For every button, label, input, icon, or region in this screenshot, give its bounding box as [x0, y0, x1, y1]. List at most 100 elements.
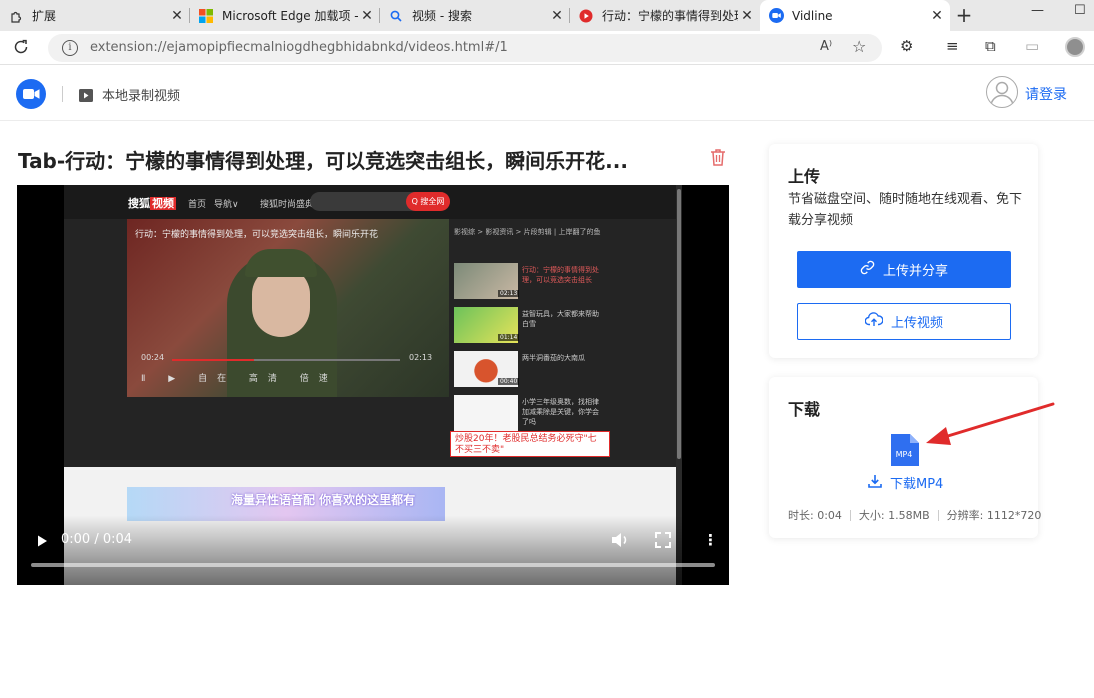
- search-icon: [388, 8, 404, 24]
- wallet-icon[interactable]: ▭: [1025, 37, 1039, 55]
- tab-edge-addons[interactable]: Microsoft Edge 加载项 - 影 ✕: [190, 0, 380, 31]
- frame-banner-text: 海量异性语音配 你喜欢的这里都有: [231, 493, 416, 507]
- local-recordings-link[interactable]: 本地录制视频: [102, 85, 180, 104]
- frame-sidebar-item: 小学三年级奥数，找相律加减乘除是关键，你学会了吗: [454, 395, 604, 431]
- frame-nav-link: 导航∨: [214, 200, 239, 210]
- item-thumbnail: [454, 395, 518, 431]
- frame-sidebar-item: 00:40 两半洞番茄的大南瓜: [454, 351, 604, 387]
- reload-icon[interactable]: [12, 38, 32, 58]
- tab-sohu-video[interactable]: 行动：宁檬的事情得到处理 ✕: [570, 0, 760, 31]
- frame-brand-a: 搜狐: [128, 197, 150, 210]
- download-mp4-label: 下载MP4: [890, 477, 944, 492]
- frame-sidebar-item: 02:13 行动：宁檬的事情得到处理，可以竞选突击组长: [454, 263, 604, 299]
- frame-sidebar-header: 影视综 > 影视资讯 > 片段剪辑 | 上岸翻了的鱼: [454, 228, 601, 236]
- close-icon[interactable]: ✕: [928, 8, 946, 24]
- frame-progress: [172, 359, 400, 361]
- annotation-arrow: [926, 402, 1055, 445]
- address-bar-row: i extension://ejamopipfiecmalniogdhegbhi…: [0, 31, 1094, 65]
- download-icon: [868, 474, 882, 492]
- item-text: 行动：宁檬的事情得到处理，可以竞选突击组长: [522, 266, 599, 284]
- tab-title: Vidline: [792, 8, 833, 23]
- cloud-upload-icon: [864, 312, 884, 331]
- ms-store-icon: [198, 8, 214, 24]
- tab-strip: 扩展 ✕ Microsoft Edge 加载项 - 影 ✕ 视频 - 搜索 ✕ …: [0, 0, 1094, 31]
- file-duration: 时长: 0:04: [788, 509, 842, 522]
- upload-and-share-button[interactable]: 上传并分享: [797, 251, 1011, 288]
- close-icon[interactable]: ✕: [168, 8, 186, 24]
- tab-extensions[interactable]: 扩展 ✕: [0, 0, 190, 31]
- frame-time-total: 02:13: [409, 353, 433, 362]
- frame-search-button: Q 搜全网: [406, 192, 450, 211]
- vidline-logo-icon[interactable]: [16, 79, 46, 109]
- frame-time-current: 00:24: [141, 353, 165, 362]
- item-text: 益智玩具，大家都来帮助白雪: [522, 310, 599, 328]
- tab-title: 扩展: [32, 9, 57, 23]
- item-text: 两半洞番茄的大南瓜: [522, 354, 585, 362]
- meta-divider: [937, 509, 939, 521]
- fullscreen-icon[interactable]: [655, 532, 671, 552]
- mp4-badge-text: MP4: [896, 450, 913, 459]
- frame-overlay-title: 行动：宁檬的事情得到处理，可以竞选突击组长，瞬间乐开花: [135, 230, 379, 240]
- link-icon: [860, 260, 875, 279]
- frame-controls: Ⅱ ▶ 自在 高清 倍速: [141, 374, 338, 384]
- frame-ad: 炒股20年！老股民总结务必死守"七不买三不卖": [450, 431, 610, 457]
- favorites-icon[interactable]: ≡: [946, 37, 959, 55]
- video-progress-bar[interactable]: [31, 563, 715, 567]
- file-resolution: 分辨率: 1112*720: [946, 509, 1042, 522]
- item-duration: 02:13: [498, 290, 520, 297]
- read-aloud-icon[interactable]: A⁾: [820, 39, 832, 54]
- upload-video-button[interactable]: 上传视频: [797, 303, 1011, 340]
- item-duration: 00:40: [498, 378, 520, 385]
- frame-navbar: 搜狐 视频 首页 导航∨ 搜狐时尚盛典 Q 搜全网: [64, 185, 676, 219]
- collections-icon[interactable]: ⧉: [985, 37, 996, 55]
- tab-title: 视频 - 搜索: [412, 9, 472, 23]
- meta-divider: [849, 509, 851, 521]
- address-bar[interactable]: i extension://ejamopipfiecmalniogdhegbhi…: [48, 34, 882, 62]
- info-icon[interactable]: i: [62, 40, 78, 56]
- mp4-file-icon[interactable]: MP4: [889, 434, 919, 466]
- frame-brand-b: 视频: [150, 197, 176, 210]
- volume-icon[interactable]: [611, 532, 629, 552]
- extensions-toolbar-icon[interactable]: ⚙: [900, 37, 913, 55]
- sohu-icon: [578, 8, 594, 24]
- upload-card-title: 上传: [788, 167, 821, 186]
- header-divider: [62, 86, 63, 102]
- frame-sidebar-item: 01:14 益智玩具，大家都来帮助白雪: [454, 307, 604, 343]
- tab-vidline[interactable]: Vidline ✕: [760, 0, 950, 31]
- video-title: Tab-行动：宁檬的事情得到处理，可以竞选突击组长，瞬间乐开花...: [18, 149, 628, 173]
- file-meta: 时长: 0:04 大小: 1.58MB 分辨率: 1112*720: [788, 507, 1041, 523]
- download-card-title: 下载: [788, 400, 821, 419]
- login-link[interactable]: 请登录: [1025, 84, 1067, 104]
- maximize-button[interactable]: ☐: [1074, 3, 1086, 18]
- url-text[interactable]: extension://ejamopipfiecmalniogdhegbhida…: [90, 40, 508, 55]
- minimize-button[interactable]: —: [1031, 3, 1044, 18]
- upload-video-label: 上传视频: [890, 316, 943, 331]
- play-icon[interactable]: [35, 533, 49, 552]
- video-folder-icon: [79, 87, 93, 102]
- upload-description: 节省磁盘空间、随时随地在线观看、免下载分享视频: [788, 192, 1023, 228]
- close-icon[interactable]: ✕: [358, 8, 376, 24]
- download-mp4-link[interactable]: 下载MP4: [868, 473, 943, 492]
- item-duration: 01:14: [498, 334, 520, 341]
- delete-icon[interactable]: [709, 147, 727, 167]
- vidline-icon: [768, 8, 784, 24]
- frame-nav-link: 首页: [188, 200, 207, 210]
- user-avatar-icon[interactable]: [986, 76, 1018, 108]
- frame-brand-logo: 搜狐 视频: [128, 195, 176, 211]
- close-icon[interactable]: ✕: [548, 8, 566, 24]
- extensions-icon: [8, 8, 24, 24]
- scene-face: [252, 267, 310, 337]
- more-options-icon[interactable]: ⋮: [703, 531, 718, 549]
- upload-card: 上传 节省磁盘空间、随时随地在线观看、免下载分享视频 上传并分享 上传视频: [769, 144, 1038, 358]
- frame-nav-link: 搜狐时尚盛典: [260, 200, 315, 210]
- item-text: 小学三年级奥数，找相律加减乘除是关键，你学会了吗: [522, 398, 599, 426]
- app-header: 本地录制视频 请登录: [0, 66, 1094, 121]
- file-size: 大小: 1.58MB: [858, 509, 930, 522]
- new-tab-button[interactable]: +: [952, 4, 976, 28]
- video-player[interactable]: 搜狐 视频 首页 导航∨ 搜狐时尚盛典 Q 搜全网 行动：宁檬的事情得到处理，可以…: [17, 185, 729, 585]
- tab-video-search[interactable]: 视频 - 搜索 ✕: [380, 0, 570, 31]
- close-icon[interactable]: ✕: [738, 8, 756, 24]
- add-favorite-icon[interactable]: ☆: [852, 37, 866, 56]
- profile-avatar[interactable]: [1065, 37, 1085, 57]
- tab-title: Microsoft Edge 加载项 - 影: [222, 9, 358, 23]
